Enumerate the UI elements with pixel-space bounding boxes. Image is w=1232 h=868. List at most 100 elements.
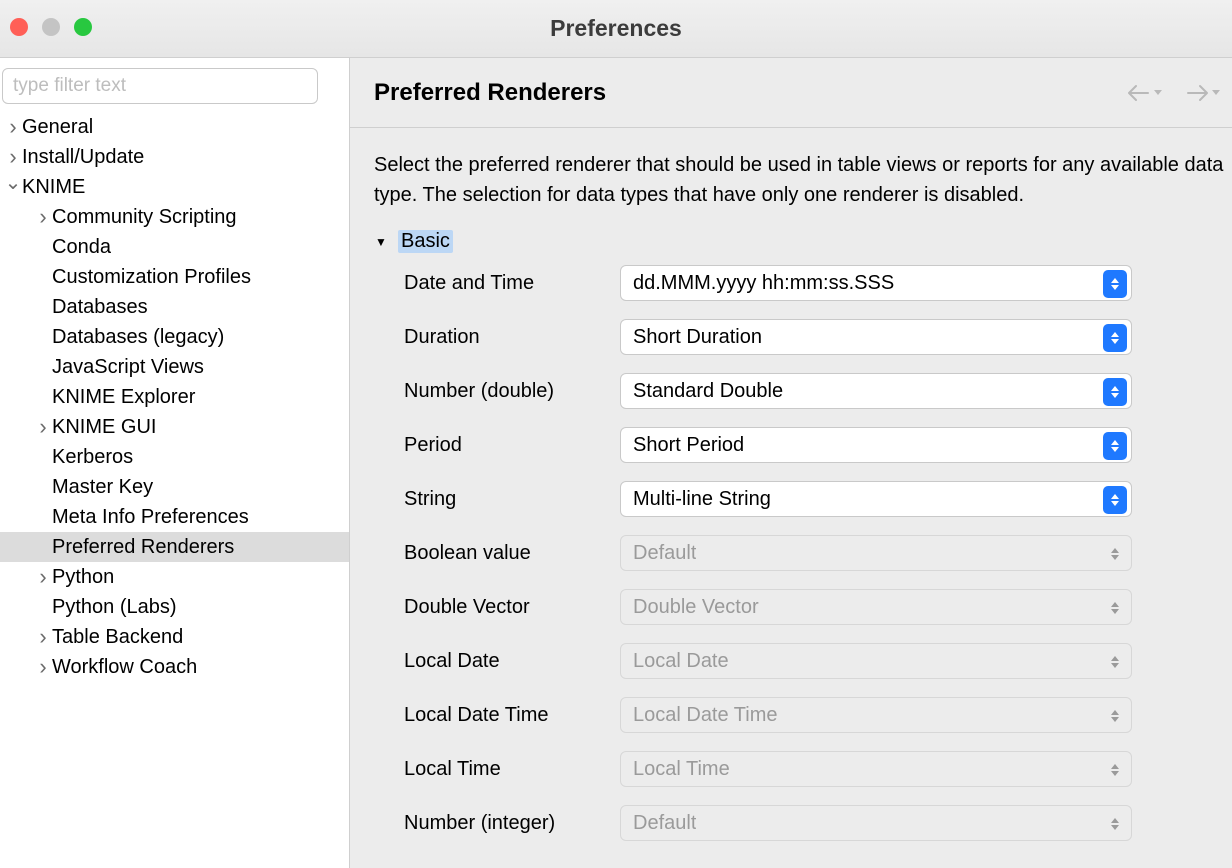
renderer-select: Local Date [620,643,1132,679]
tree-item[interactable]: ›Python (Labs) [0,592,349,622]
renderer-select[interactable]: Multi-line String [620,481,1132,517]
field-label: Double Vector [404,596,612,619]
tree-item-label: JavaScript Views [52,352,204,382]
tree-item-label: Databases (legacy) [52,322,224,352]
select-value: Default [633,542,696,565]
nav-arrows [1126,83,1220,103]
chevron-right-icon[interactable]: › [34,568,52,586]
window-minimize-button[interactable] [42,18,60,36]
chevron-right-icon[interactable]: › [4,148,22,166]
chevron-down-icon [1212,90,1220,95]
tree-item-label: Python (Labs) [52,592,177,622]
tree-item-label: Preferred Renderers [52,532,234,562]
preferences-tree[interactable]: ›General›Install/Update⌄KNIME›Community … [0,110,349,868]
arrow-right-icon [1184,83,1210,103]
chevron-down-icon[interactable]: ⌄ [4,176,22,190]
arrow-left-icon [1126,83,1152,103]
tree-item-label: Databases [52,292,148,322]
field-label: Local Time [404,758,612,781]
renderer-select: Default [620,535,1132,571]
updown-icon [1103,378,1127,406]
select-value: Local Date [633,650,729,673]
renderer-select[interactable]: Short Duration [620,319,1132,355]
chevron-right-icon[interactable]: › [4,118,22,136]
renderer-select: Double Vector [620,589,1132,625]
tree-item[interactable]: ›Databases [0,292,349,322]
field-label: Number (double) [404,380,612,403]
tree-item[interactable]: ›Preferred Renderers [0,532,349,562]
tree-item[interactable]: ›Workflow Coach [0,652,349,682]
select-value: Short Duration [633,326,762,349]
tree-item[interactable]: ›Kerberos [0,442,349,472]
select-value: Local Time [633,758,730,781]
tree-item[interactable]: ›KNIME GUI [0,412,349,442]
filter-input[interactable] [2,68,318,104]
tree-item-label: Workflow Coach [52,652,197,682]
tree-item[interactable]: ›Python [0,562,349,592]
tree-item[interactable]: ›Table Backend [0,622,349,652]
tree-item-label: Table Backend [52,622,183,652]
select-value: Double Vector [633,596,759,619]
chevron-right-icon[interactable]: › [34,658,52,676]
tree-item[interactable]: ›Install/Update [0,142,349,172]
renderer-select: Default [620,805,1132,841]
nav-forward-button[interactable] [1184,83,1220,103]
select-value: dd.MMM.yyyy hh:mm:ss.SSS [633,272,894,295]
tree-item[interactable]: ›Databases (legacy) [0,322,349,352]
tree-item[interactable]: ›Meta Info Preferences [0,502,349,532]
renderer-select[interactable]: Standard Double [620,373,1132,409]
window-zoom-button[interactable] [74,18,92,36]
renderer-select: Local Time [620,751,1132,787]
chevron-right-icon[interactable]: › [34,418,52,436]
titlebar: Preferences [0,0,1232,58]
main-panel: Preferred Renderers [350,58,1232,868]
triangle-down-icon: ▼ [374,235,388,249]
tree-item[interactable]: ›Customization Profiles [0,262,349,292]
updown-icon [1103,810,1127,838]
field-label: Date and Time [404,272,612,295]
main-header: Preferred Renderers [350,58,1232,128]
tree-item-label: Community Scripting [52,202,237,232]
renderer-form: Date and Timedd.MMM.yyyy hh:mm:ss.SSSDur… [374,265,1232,841]
renderer-select[interactable]: Short Period [620,427,1132,463]
tree-item-label: Customization Profiles [52,262,251,292]
tree-item-label: KNIME [22,172,85,202]
tree-item[interactable]: ›General [0,112,349,142]
main-body: Select the preferred renderer that shoul… [350,128,1232,841]
content-area: ›General›Install/Update⌄KNIME›Community … [0,58,1232,868]
field-label: Boolean value [404,542,612,565]
field-label: String [404,488,612,511]
section-header[interactable]: ▼ Basic [374,230,1232,253]
chevron-down-icon [1154,90,1162,95]
renderer-select[interactable]: dd.MMM.yyyy hh:mm:ss.SSS [620,265,1132,301]
select-value: Default [633,812,696,835]
renderer-select: Local Date Time [620,697,1132,733]
updown-icon [1103,648,1127,676]
nav-back-button[interactable] [1126,83,1162,103]
select-value: Multi-line String [633,488,771,511]
tree-item-label: KNIME GUI [52,412,156,442]
tree-item-label: Python [52,562,114,592]
tree-item-label: Kerberos [52,442,133,472]
preferences-window: Preferences ›General›Install/Update⌄KNIM… [0,0,1232,868]
field-label: Number (integer) [404,812,612,835]
tree-item[interactable]: ›JavaScript Views [0,352,349,382]
tree-item[interactable]: ›KNIME Explorer [0,382,349,412]
traffic-lights [10,18,92,36]
chevron-right-icon[interactable]: › [34,208,52,226]
chevron-right-icon[interactable]: › [34,628,52,646]
window-close-button[interactable] [10,18,28,36]
tree-item-label: Meta Info Preferences [52,502,249,532]
tree-item[interactable]: ›Master Key [0,472,349,502]
tree-item-label: Install/Update [22,142,144,172]
page-description: Select the preferred renderer that shoul… [374,150,1232,210]
tree-item[interactable]: ⌄KNIME [0,172,349,202]
updown-icon [1103,702,1127,730]
updown-icon [1103,270,1127,298]
sidebar: ›General›Install/Update⌄KNIME›Community … [0,58,350,868]
tree-item-label: KNIME Explorer [52,382,195,412]
field-label: Local Date Time [404,704,612,727]
tree-item[interactable]: ›Community Scripting [0,202,349,232]
updown-icon [1103,540,1127,568]
tree-item[interactable]: ›Conda [0,232,349,262]
